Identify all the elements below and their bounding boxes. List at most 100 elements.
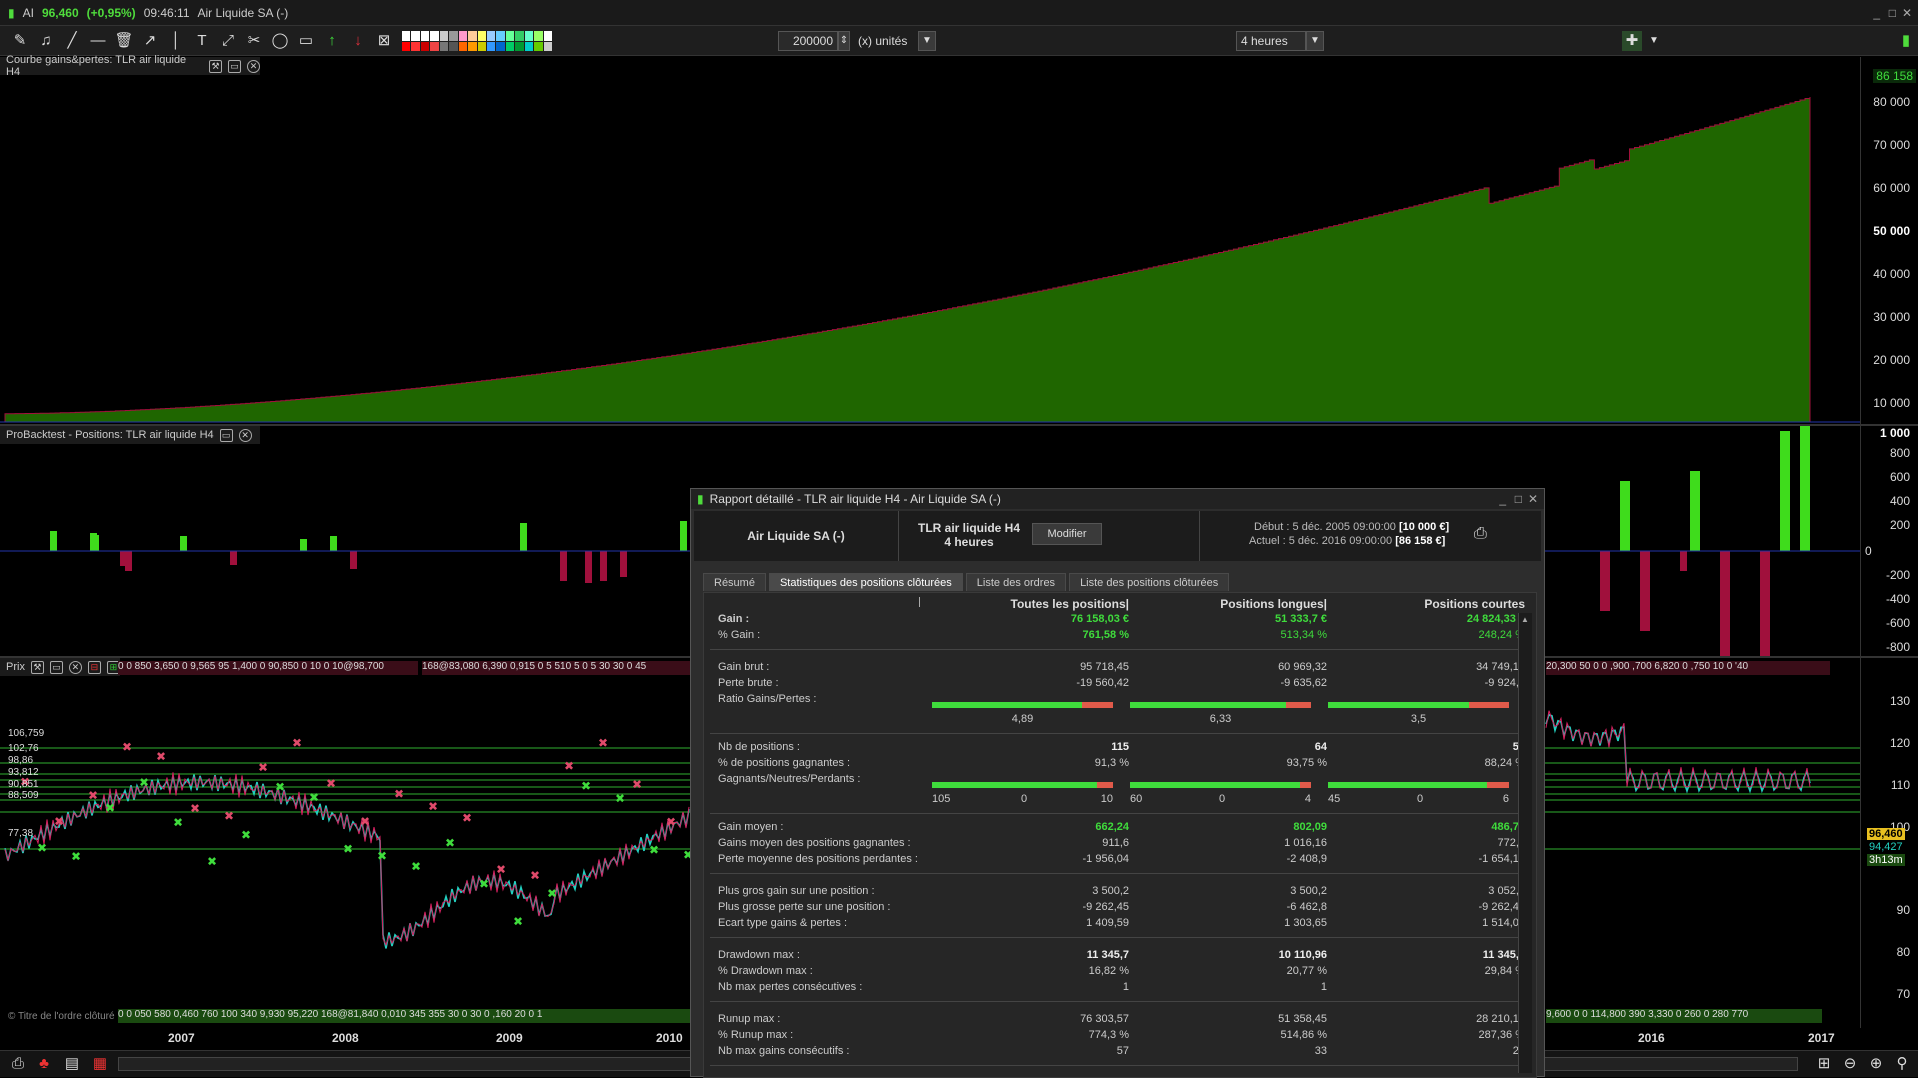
dialog-minimize-button[interactable]: _	[1499, 492, 1506, 506]
x-tick: 2008	[332, 1031, 359, 1045]
col-header-all: Toutes les positions|	[1010, 597, 1129, 611]
stat-label: Nb max gains consécutifs :	[718, 1045, 850, 1057]
quantity-input[interactable]: 200000	[778, 31, 838, 51]
stat-row-gain: Gain : 76 158,03 € 51 333,7 € 24 824,33 €	[704, 613, 1538, 628]
line-icon[interactable]: ╱	[62, 31, 82, 51]
zoom-fit-icon[interactable]: ⊞	[1814, 1054, 1834, 1074]
horizontal-line-icon[interactable]: —	[88, 31, 108, 51]
wrench-icon[interactable]: ⚒	[209, 59, 223, 73]
list-icon[interactable]: ▤	[62, 1054, 82, 1074]
trash-icon[interactable]: 🗑	[114, 31, 134, 51]
stat-value: 51 358,45	[1278, 1013, 1327, 1025]
stat-label: % Drawdown max :	[718, 965, 813, 977]
y-tick: 20 000	[1873, 353, 1910, 367]
stat-value: -9 262,45	[1082, 901, 1129, 913]
y-tick: -200	[1885, 568, 1910, 582]
start-date: 5 déc. 2005 09:00:00	[1292, 521, 1396, 533]
color-palette[interactable]	[402, 31, 552, 51]
stats-scrollbar[interactable]: ▲	[1518, 613, 1532, 1073]
window-icon[interactable]: ▭	[228, 59, 242, 73]
close-pane-icon[interactable]: ✕	[68, 660, 82, 674]
candle-countdown: 3h13m	[1867, 854, 1905, 866]
modify-button[interactable]: Modifier	[1032, 523, 1102, 545]
close-button[interactable]: ✕	[1902, 6, 1912, 20]
chart-type-icon[interactable]: ⊠	[374, 31, 394, 51]
app-icon: ▮	[697, 492, 704, 506]
fibonacci-icon[interactable]: ⤢	[218, 31, 238, 51]
trendline-icon[interactable]: ↗	[140, 31, 160, 51]
report-tabs: Résumé Statistiques des positions clôtur…	[703, 573, 1230, 591]
y-tick: 70 000	[1873, 138, 1910, 152]
rectangle-icon[interactable]: ▭	[296, 31, 316, 51]
maximize-button[interactable]: □	[1889, 6, 1896, 20]
scroll-up-icon[interactable]: ▲	[1521, 615, 1530, 624]
timeframe-select[interactable]: 4 heures	[1236, 31, 1306, 51]
y-tick: 70	[1896, 987, 1910, 1001]
equity-y-axis: 86 158 80 000 70 000 60 000 50 000 40 00…	[1860, 57, 1918, 425]
stat-label: % Runup max :	[718, 1029, 794, 1041]
current-date: 5 déc. 2016 09:00:00	[1288, 535, 1393, 547]
tab-orders[interactable]: Liste des ordres	[965, 573, 1067, 591]
screenshot-icon[interactable]: ⎙	[8, 1054, 28, 1074]
buy-marker: ✖	[581, 779, 591, 793]
stat-value: 1	[1122, 981, 1129, 993]
close-pane-icon[interactable]: ✕	[247, 59, 260, 73]
stat-label: Gain brut :	[718, 661, 770, 673]
stat-value: -9 262,45	[1478, 901, 1525, 913]
buy-arrow-icon[interactable]: ↑	[322, 31, 342, 51]
col-header-long: Positions longues|	[1220, 597, 1327, 611]
unit-dropdown-arrow[interactable]: ▼	[918, 31, 936, 51]
panel-toggle-icon[interactable]: ▮	[1896, 31, 1916, 51]
y-tick: 50 000	[1873, 224, 1910, 238]
indicator-dropdown-arrow[interactable]: ▼	[1644, 31, 1664, 51]
tools-icon[interactable]: ✂	[244, 31, 264, 51]
equity-chart	[0, 97, 1860, 423]
level-label: 102,76	[8, 743, 39, 754]
search-icon[interactable]: ⚲	[1892, 1054, 1912, 1074]
tab-closed-positions[interactable]: Liste des positions clôturées	[1069, 573, 1230, 591]
vertical-line-icon[interactable]: │	[166, 31, 186, 51]
stat-row-drawdown: Drawdown max : 11 345,7 10 110,96 11 345,7	[704, 949, 1538, 964]
stat-value: 88,24 %	[1484, 757, 1525, 769]
window-icon[interactable]: ▭	[49, 660, 63, 674]
orders-icon[interactable]: ▦	[90, 1054, 110, 1074]
instrument-name: Air Liquide SA (-)	[197, 5, 289, 20]
zoom-in-icon[interactable]: ⊕	[1866, 1054, 1886, 1074]
text-icon[interactable]: T	[192, 31, 212, 51]
print-icon[interactable]: ⎙	[1474, 525, 1487, 543]
loss-bar	[1640, 551, 1650, 631]
separator	[710, 813, 1522, 814]
indicators-icon[interactable]: ♣	[34, 1054, 54, 1074]
sell-marker: ✖	[394, 787, 404, 801]
tab-closed-stats[interactable]: Statistiques des positions clôturées	[768, 573, 963, 591]
dialog-titlebar: ▮ Rapport détaillé - TLR air liquide H4 …	[691, 489, 1544, 509]
stat-value: 60 969,32	[1278, 661, 1327, 673]
wrench-icon[interactable]: ⚒	[30, 660, 44, 674]
y-tick: 40 000	[1873, 267, 1910, 281]
remove-indicator-icon[interactable]: ⊟	[87, 660, 101, 674]
level-label: 88,509	[8, 790, 39, 801]
sell-arrow-icon[interactable]: ↓	[348, 31, 368, 51]
stat-value: 1 303,65	[1284, 917, 1327, 929]
order-strip-top-right: 20,300 50 0 0 ,900 ,700 6,820 0 ,750 10 …	[1546, 661, 1830, 675]
timeframe-dropdown-arrow[interactable]: ▼	[1306, 31, 1324, 51]
zoom-out-icon[interactable]: ⊖	[1840, 1054, 1860, 1074]
level-label: 90,851	[8, 779, 39, 790]
dialog-close-button[interactable]: ✕	[1528, 492, 1538, 506]
sell-marker: ✖	[428, 799, 438, 813]
dialog-maximize-button[interactable]: □	[1515, 492, 1522, 506]
stat-value: 6,33	[1209, 713, 1232, 725]
alert-icon[interactable]: ♫	[36, 31, 56, 51]
quantity-stepper[interactable]: ⇕	[838, 31, 850, 51]
win-bar-loss	[1096, 782, 1113, 788]
ellipse-icon[interactable]: ◯	[270, 31, 290, 51]
ruler-icon[interactable]: ✎	[10, 31, 30, 51]
add-indicator-icon[interactable]: ✚	[1622, 31, 1642, 51]
gain-bar	[1620, 481, 1630, 551]
buy-marker: ✖	[547, 886, 557, 900]
minimize-button[interactable]: _	[1873, 6, 1880, 20]
stat-value: 514,86 %	[1280, 1029, 1327, 1041]
stat-value: -9 924,8	[1484, 677, 1525, 689]
tab-summary[interactable]: Résumé	[703, 573, 766, 591]
sell-marker: ✖	[88, 788, 98, 802]
